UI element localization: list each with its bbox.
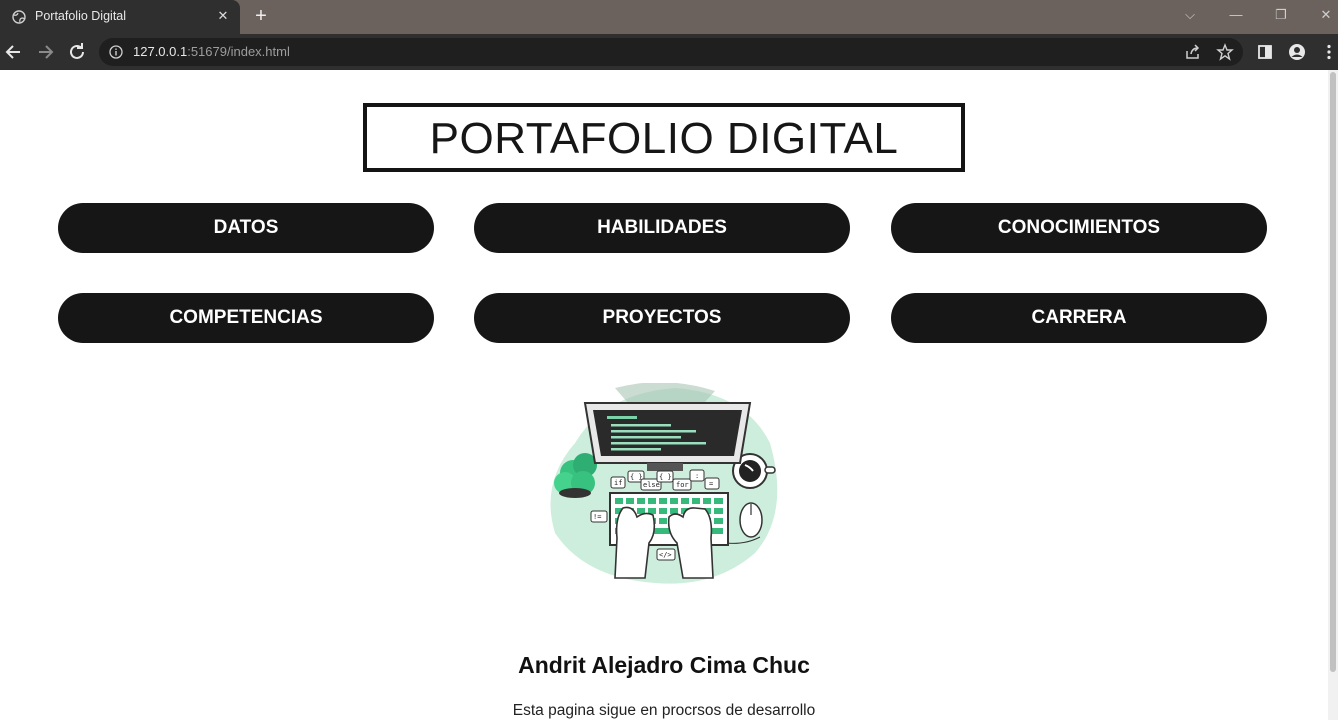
url-host: 127.0.0.1 [133, 44, 188, 59]
bookmark-star-icon[interactable] [1216, 43, 1234, 61]
url-port: :51679 [187, 44, 227, 59]
site-info-icon[interactable] [109, 45, 123, 59]
page-title-box: PORTAFOLIO DIGITAL [363, 103, 965, 172]
bubble-else: else [643, 481, 660, 489]
bubble-equals: = [709, 480, 713, 488]
bubble-for: for [676, 481, 689, 489]
developer-illustration: if { } else { } for = : != </> [550, 383, 778, 584]
plant-icon [554, 453, 597, 498]
share-icon[interactable] [1184, 43, 1202, 61]
reload-icon[interactable] [65, 40, 89, 64]
side-panel-icon[interactable] [1256, 43, 1274, 61]
globe-icon [12, 10, 26, 24]
bubble-colon: : [695, 472, 699, 480]
page-title: PORTAFOLIO DIGITAL [429, 114, 899, 163]
bubble-not-equal: != [593, 513, 601, 521]
restore-icon[interactable]: ❐ [1268, 4, 1294, 26]
nav-button-conocimientos[interactable]: CONOCIMIENTOS [891, 203, 1267, 253]
nav-button-proyectos[interactable]: PROYECTOS [474, 293, 850, 343]
tab-search-icon[interactable]: ⌵ [1177, 4, 1203, 26]
bubble-if: if [614, 479, 622, 487]
forward-arrow-icon[interactable] [33, 40, 57, 64]
back-arrow-icon[interactable] [2, 40, 26, 64]
bubble-braces-2: { } [659, 473, 672, 481]
profile-icon[interactable] [1288, 43, 1306, 61]
close-tab-icon[interactable]: ✕ [214, 7, 232, 25]
laptop-icon [583, 402, 752, 471]
tab-title: Portafolio Digital [35, 9, 127, 23]
nav-button-competencias[interactable]: COMPETENCIAS [58, 293, 434, 343]
nav-button-carrera[interactable]: CARRERA [891, 293, 1267, 343]
scrollbar-thumb[interactable] [1330, 72, 1336, 672]
nav-button-habilidades[interactable]: HABILIDADES [474, 203, 850, 253]
nav-button-datos[interactable]: DATOS [58, 203, 434, 253]
status-note: Esta pagina sigue en procrsos de desarro… [512, 702, 816, 719]
url-text[interactable]: 127.0.0.1:51679/index.html [133, 44, 290, 59]
close-window-icon[interactable]: ✕ [1313, 4, 1338, 26]
bubble-html-tag: </> [659, 551, 672, 559]
browser-tab[interactable]: Portafolio Digital ✕ [0, 0, 240, 34]
minimize-icon[interactable]: — [1223, 4, 1249, 26]
menu-dots-icon[interactable] [1320, 43, 1338, 61]
url-path: /index.html [226, 44, 290, 59]
new-tab-icon[interactable]: + [250, 5, 272, 27]
author-name: Andrit Alejadro Cima Chuc [518, 652, 810, 678]
